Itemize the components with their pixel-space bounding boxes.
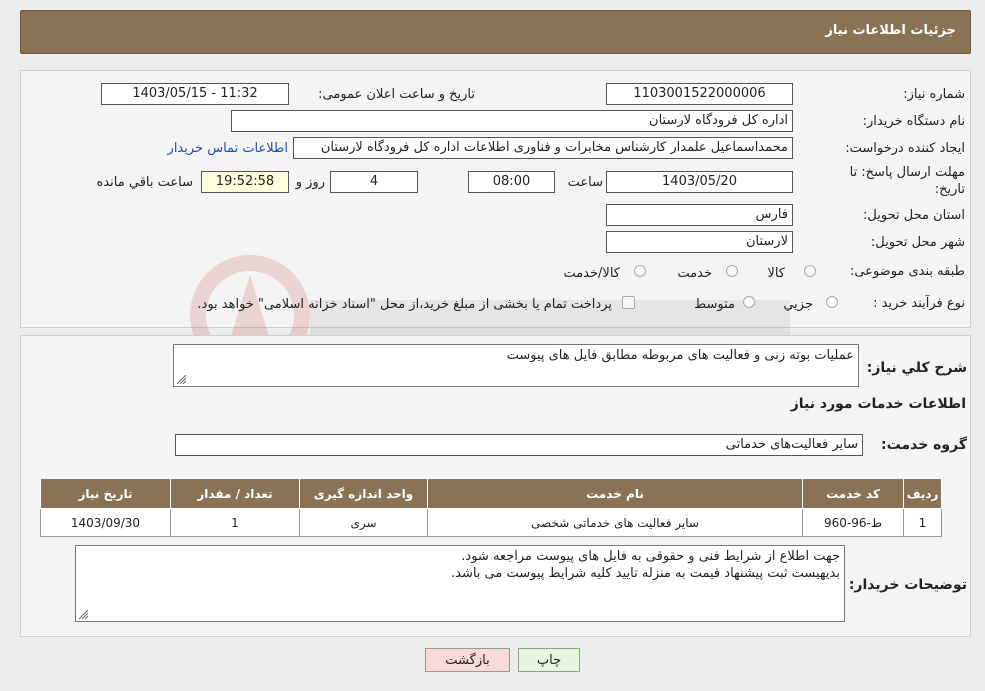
buyer-notes-line2: بدیهیست ثبت پیشنهاد قیمت به منزله تایید … (450, 566, 840, 581)
resize-grip-icon[interactable] (79, 610, 88, 619)
requester-label: ایجاد کننده درخواست: (845, 141, 965, 156)
deadline-label-line1: مهلت ارسال پاسخ: تا (849, 165, 965, 180)
category-radio-goods-service[interactable] (634, 265, 646, 277)
need-number-field: 1103001522000006 (606, 83, 793, 105)
deadline-date-field: 1403/05/20 (606, 171, 793, 193)
requester-field: محمداسماعیل علمدار کارشناس مخابرات و فنا… (293, 137, 793, 159)
col-header-service-code: کد خدمت (802, 478, 904, 509)
category-label: طبقه بندی موضوعی: (849, 264, 965, 279)
table-header-row: ردیف کد خدمت نام خدمت واحد اندازه گیری ت… (40, 478, 942, 509)
announce-datetime-field: 1403/05/15 - 11:32 (101, 83, 289, 105)
category-option-goods-service: کالا/خدمت (563, 266, 620, 281)
treasury-checkbox[interactable] (622, 296, 635, 309)
buyer-contact-link[interactable]: اطلاعات تماس خریدار (168, 141, 288, 156)
remaining-time-field: 19:52:58 (201, 171, 289, 193)
remaining-days-field: 4 (330, 171, 418, 193)
category-radio-service[interactable] (726, 265, 738, 277)
process-option-medium: متوسط (694, 297, 735, 312)
category-radio-goods[interactable] (804, 265, 816, 277)
buyer-notes-label: توضیحات خریدار: (848, 577, 967, 593)
purchase-process-label: نوع فرآیند خرید : (873, 296, 965, 311)
buyer-notes-textarea[interactable]: جهت اطلاع از شرایط فنی و حقوقی به فایل ه… (75, 545, 845, 622)
days-label: روز و (295, 175, 325, 190)
description-textarea[interactable]: عملیات بوته زنی و فعالیت های مربوطه مطاب… (173, 344, 859, 387)
cell-service-code: ط-96-960 (802, 508, 904, 537)
deadline-time-label: ساعت (567, 175, 603, 190)
deadline-label-line2: تاریخ: (934, 182, 965, 197)
col-header-row-num: ردیف (903, 478, 942, 509)
cell-row-num: 1 (903, 508, 942, 537)
province-field: فارس (606, 204, 793, 226)
city-label: شهر محل تحویل: (870, 235, 965, 250)
col-header-service-name: نام خدمت (427, 478, 803, 509)
services-table: ردیف کد خدمت نام خدمت واحد اندازه گیری ت… (40, 478, 942, 537)
buyer-org-label: نام دستگاه خریدار: (862, 114, 965, 129)
buyer-org-field: اداره کل فرودگاه لارستان (231, 110, 793, 132)
city-field: لارستان (606, 231, 793, 253)
cell-quantity: 1 (170, 508, 300, 537)
cell-need-date: 1403/09/30 (40, 508, 171, 537)
cell-service-name: سایر فعالیت های خدماتی شخصی (427, 508, 803, 537)
deadline-time-field: 08:00 (468, 171, 555, 193)
buyer-notes-line1: جهت اطلاع از شرایط فنی و حقوقی به فایل ه… (461, 549, 840, 564)
back-button[interactable]: بازگشت (425, 648, 510, 672)
need-details-panel (20, 70, 971, 328)
need-number-label: شماره نیاز: (903, 87, 965, 102)
process-radio-minor[interactable] (826, 296, 838, 308)
table-row: 1 ط-96-960 سایر فعالیت های خدماتی شخصی س… (40, 508, 942, 537)
services-section-title: اطلاعات خدمات مورد نیاز (790, 396, 966, 412)
treasury-note: پرداخت تمام یا بخشی از مبلغ خرید،از محل … (197, 297, 612, 312)
announce-datetime-label: تاریخ و ساعت اعلان عمومی: (318, 87, 475, 102)
col-header-unit: واحد اندازه گیری (299, 478, 428, 509)
service-group-field: سایر فعالیت‌های خدماتی (175, 434, 863, 456)
col-header-quantity: تعداد / مقدار (170, 478, 300, 509)
process-radio-medium[interactable] (743, 296, 755, 308)
description-label: شرح کلي نياز: (866, 360, 967, 376)
description-text: عملیات بوته زنی و فعالیت های مربوطه مطاب… (506, 348, 854, 363)
services-table-wrap: ردیف کد خدمت نام خدمت واحد اندازه گیری ت… (40, 478, 942, 537)
service-group-label: گروه خدمت: (881, 437, 967, 453)
col-header-need-date: تاریخ نیاز (40, 478, 171, 509)
print-button[interactable]: چاپ (518, 648, 580, 672)
resize-grip-icon[interactable] (177, 375, 186, 384)
process-option-minor: جزیي (783, 297, 813, 312)
category-option-service: خدمت (677, 266, 712, 281)
province-label: استان محل تحویل: (863, 208, 965, 223)
cell-unit: سری (299, 508, 428, 537)
page-title: جزئیات اطلاعات نیاز (825, 23, 956, 38)
category-option-goods: کالا (767, 266, 785, 281)
remaining-label: ساعت باقي مانده (96, 175, 193, 190)
page-header: جزئیات اطلاعات نیاز (20, 10, 971, 54)
